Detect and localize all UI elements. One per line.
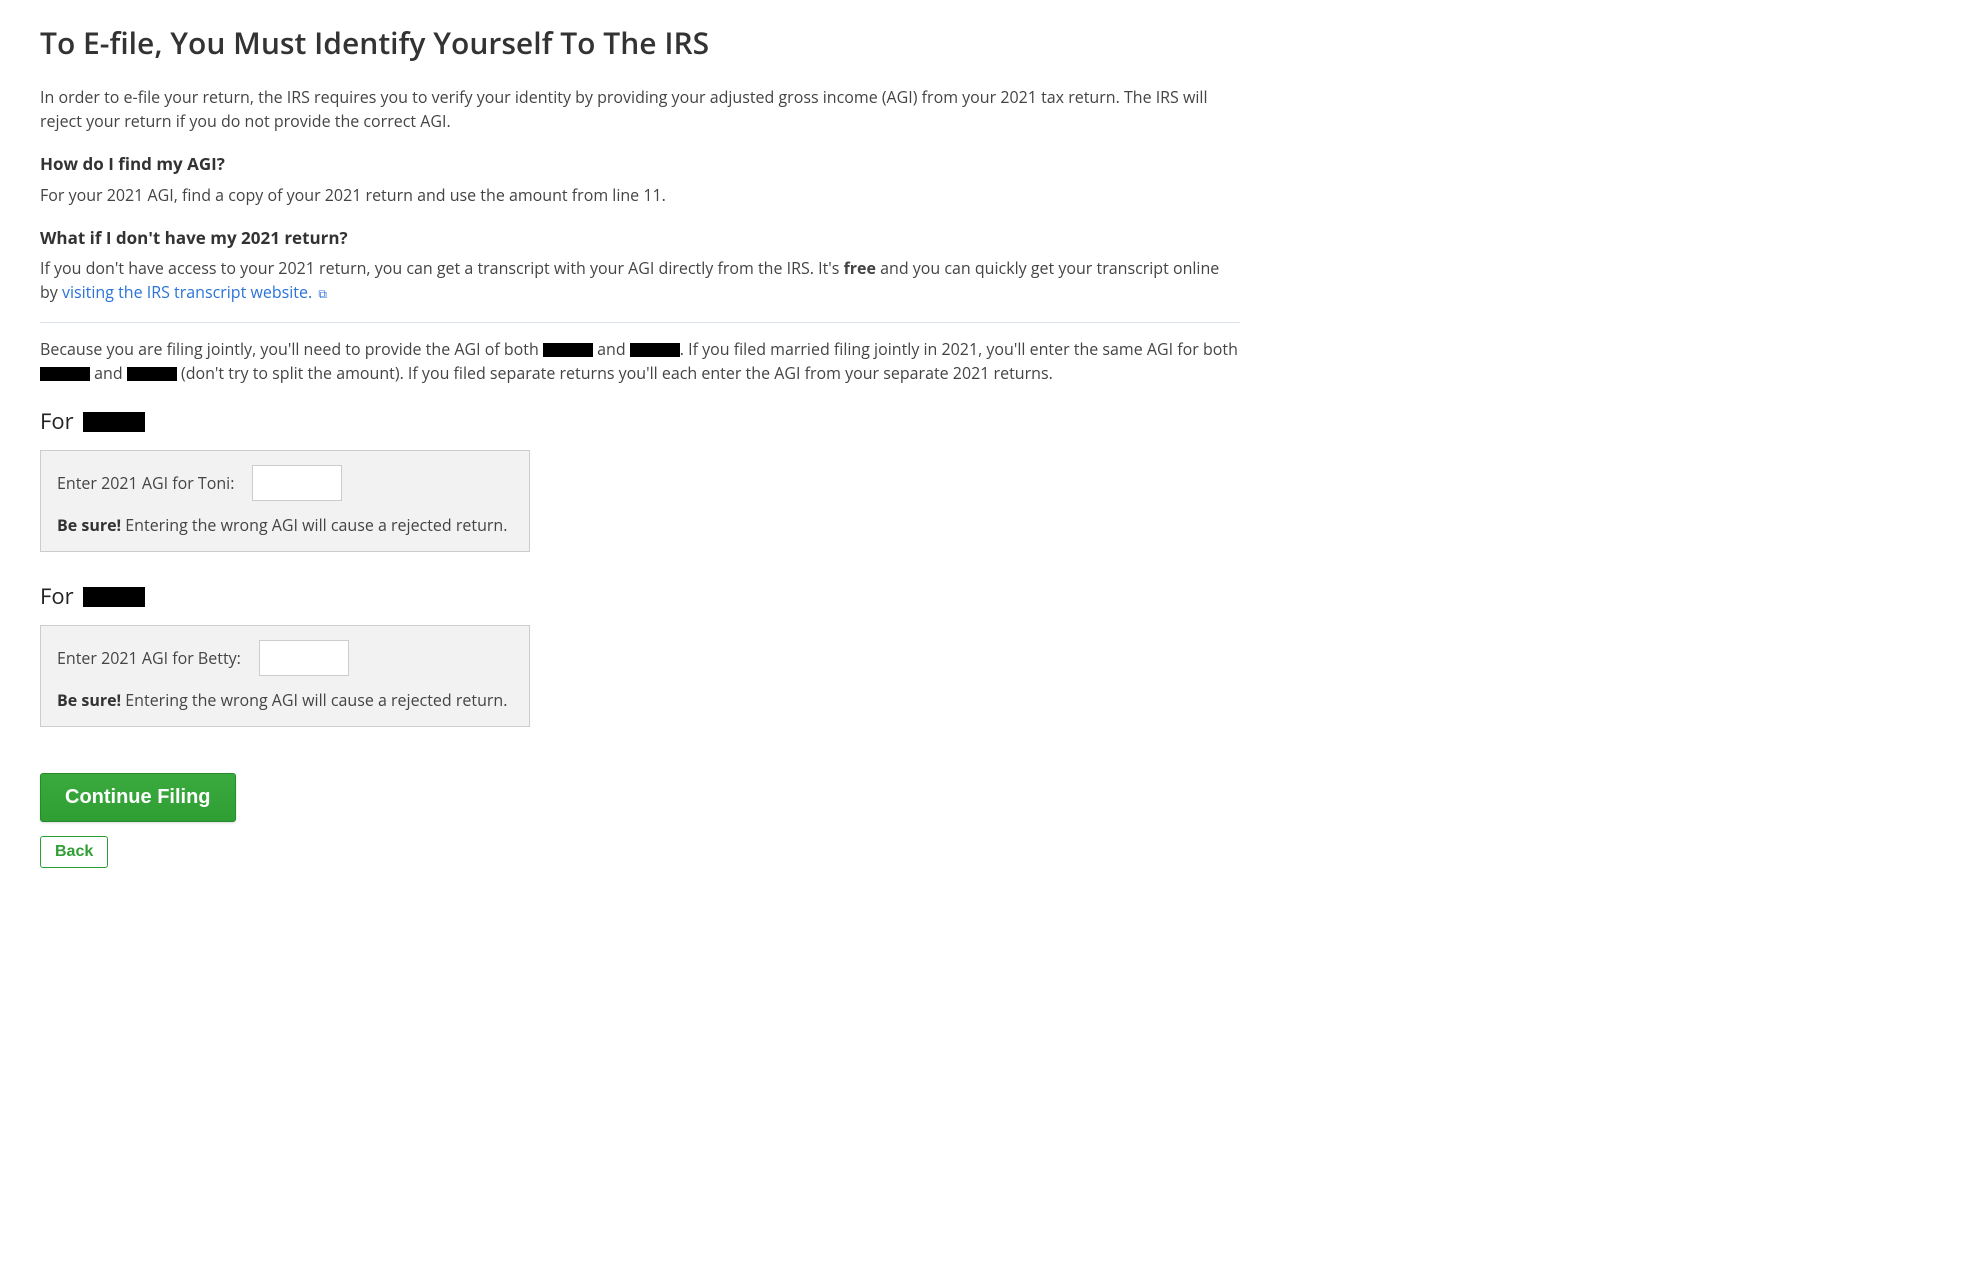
intro-text: In order to e-file your return, the IRS … <box>40 85 1240 133</box>
joint-filing-note: Because you are filing jointly, you'll n… <box>40 337 1240 385</box>
no-return-text: If you don't have access to your 2021 re… <box>40 256 1240 304</box>
back-button[interactable]: Back <box>40 836 108 868</box>
agi-card-1: Enter 2021 AGI for Toni: Be sure! Enteri… <box>40 450 530 552</box>
free-word: free <box>844 257 876 279</box>
no-return-pre: If you don't have access to your 2021 re… <box>40 257 844 279</box>
redacted-name-4 <box>127 367 177 381</box>
page-title: To E-file, You Must Identify Yourself To… <box>40 20 1240 65</box>
irs-transcript-link[interactable]: visiting the IRS transcript website. ⧉ <box>62 281 327 303</box>
agi-warning-2: Be sure! Entering the wrong AGI will cau… <box>57 688 513 712</box>
person-heading-2: For <box>40 580 1240 613</box>
redacted-name-3 <box>40 367 90 381</box>
agi-input-1[interactable] <box>252 465 342 501</box>
agi-card-2: Enter 2021 AGI for Betty: Be sure! Enter… <box>40 625 530 727</box>
no-return-heading: What if I don't have my 2021 return? <box>40 225 1240 251</box>
redacted-name-1 <box>543 343 593 357</box>
find-agi-heading: How do I find my AGI? <box>40 151 1240 177</box>
find-agi-text: For your 2021 AGI, find a copy of your 2… <box>40 183 1240 207</box>
external-link-icon: ⧉ <box>318 285 327 302</box>
continue-filing-button[interactable]: Continue Filing <box>40 773 236 822</box>
person-heading-1: For <box>40 405 1240 438</box>
redacted-person-1 <box>83 412 145 432</box>
agi-label-1: Enter 2021 AGI for Toni: <box>57 471 234 495</box>
divider <box>40 322 1240 323</box>
agi-warning-1: Be sure! Entering the wrong AGI will cau… <box>57 513 513 537</box>
redacted-name-2 <box>630 343 680 357</box>
agi-input-2[interactable] <box>259 640 349 676</box>
agi-label-2: Enter 2021 AGI for Betty: <box>57 646 241 670</box>
redacted-person-2 <box>83 587 145 607</box>
